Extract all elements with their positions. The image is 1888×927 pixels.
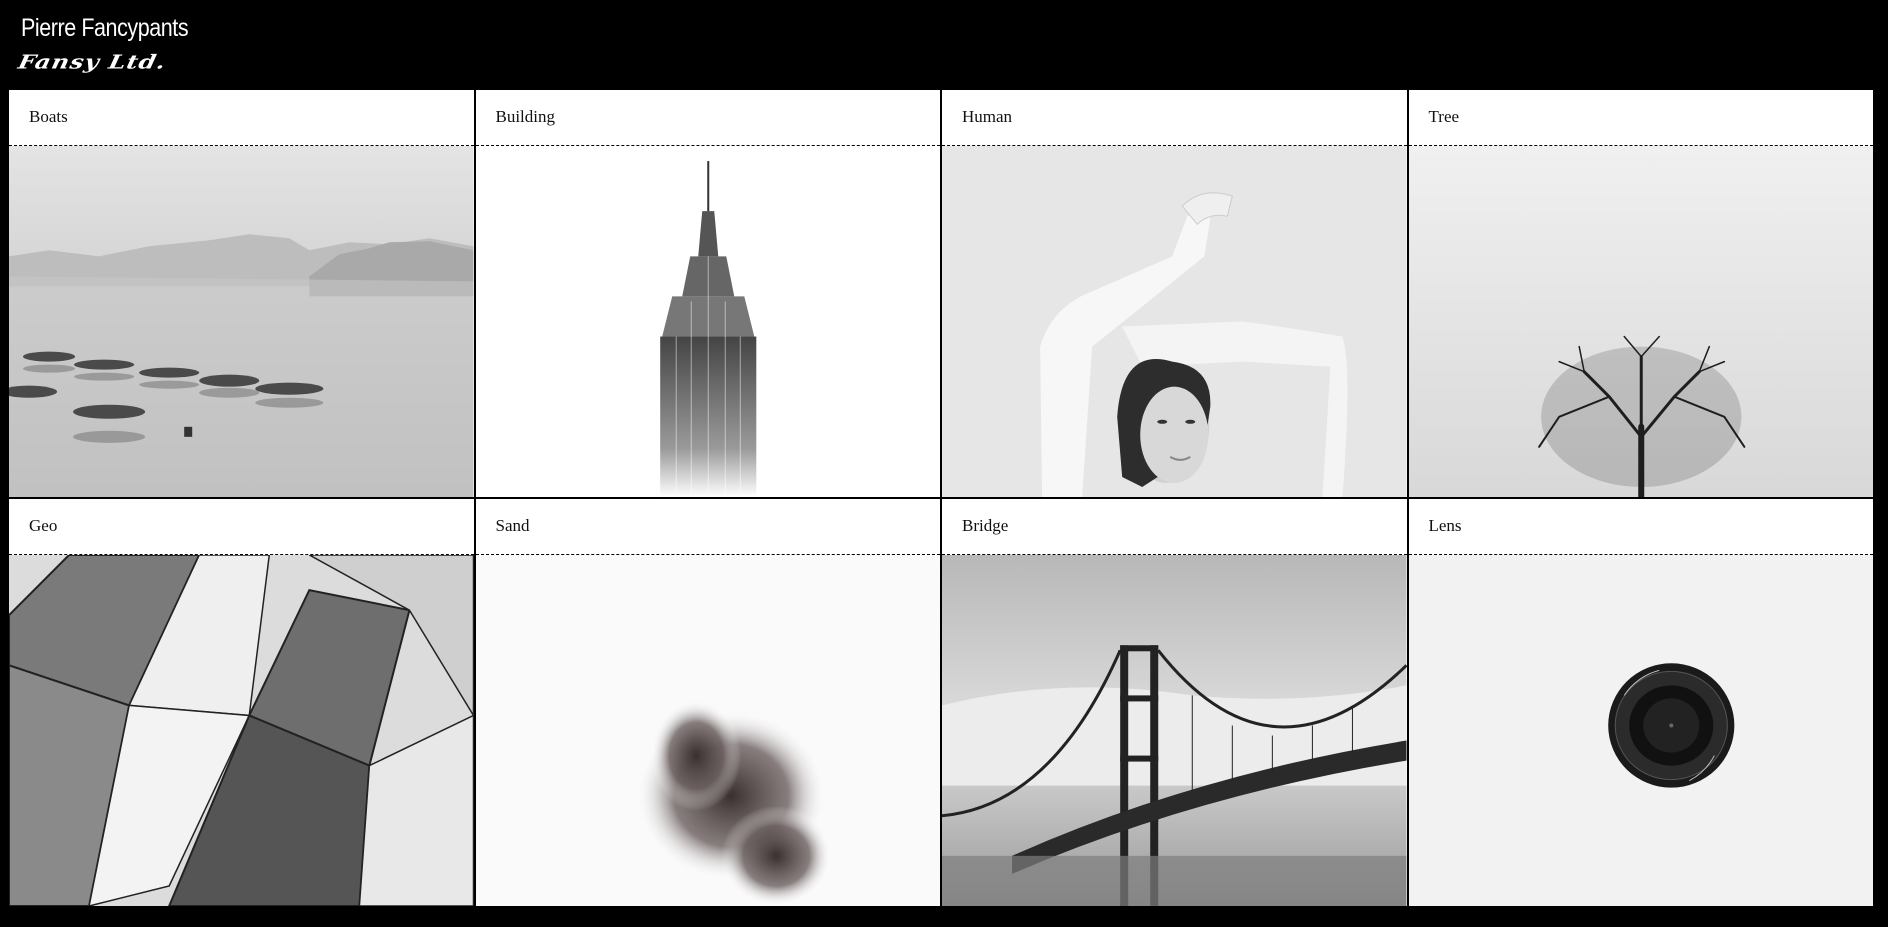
card-title: Building [475,90,940,146]
gallery-card-sand[interactable]: Sand [475,499,940,906]
gallery-card-lens[interactable]: Lens [1408,499,1873,906]
gallery-card-bridge[interactable]: Bridge [942,499,1407,906]
card-title: Boats [9,90,474,146]
human-photo[interactable] [942,146,1407,497]
gallery-card-boats[interactable]: Boats [9,90,474,497]
card-title: Sand [475,499,940,555]
card-title: Tree [1408,90,1873,146]
boats-photo[interactable] [9,146,474,497]
card-title: Lens [1408,499,1873,555]
site-header: Pierre Fancypants Fansy Ltd. [0,0,1888,90]
building-photo[interactable] [475,146,940,497]
sand-photo[interactable] [475,555,940,906]
gallery-card-building[interactable]: Building [475,90,940,497]
geo-photo[interactable] [9,555,474,906]
owner-name[interactable]: Pierre Fancypants [21,14,189,43]
gallery-card-geo[interactable]: Geo [9,499,474,906]
lens-photo[interactable] [1408,555,1873,906]
card-title: Geo [9,499,474,555]
company-logo[interactable]: Fansy Ltd. [16,50,169,73]
card-title: Human [942,90,1407,146]
tree-photo[interactable] [1408,146,1873,497]
gallery-card-tree[interactable]: Tree [1408,90,1873,497]
card-title: Bridge [942,499,1407,555]
gallery-card-human[interactable]: Human [942,90,1407,497]
gallery-grid: Boats Building Human Tree Geo Sand Bridg… [9,90,1873,906]
bridge-photo[interactable] [942,555,1407,906]
